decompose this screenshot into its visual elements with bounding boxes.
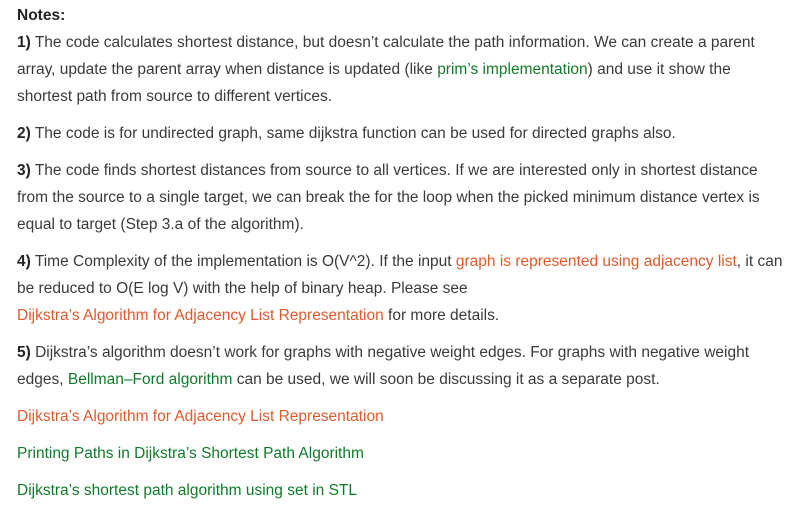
note-text: The code is for undirected graph, same d… — [30, 125, 676, 142]
note-number: 4) — [17, 253, 31, 270]
related-link-item: Dijkstra’s shortest path algorithm using… — [17, 477, 787, 504]
related-link-item: Printing Paths in Dijkstra’s Shortest Pa… — [17, 440, 787, 467]
note-1: 1) The code calculates shortest distance… — [17, 29, 787, 110]
related-link-set-in-stl[interactable]: Dijkstra’s shortest path algorithm using… — [17, 482, 357, 499]
note-text: The code finds shortest distances from s… — [17, 162, 760, 233]
note-number: 5) — [17, 344, 31, 361]
related-link-item: Dijkstra’s Algorithm for Adjacency List … — [17, 403, 787, 430]
related-link-printing-paths[interactable]: Printing Paths in Dijkstra’s Shortest Pa… — [17, 445, 364, 462]
bellman-ford-link[interactable]: Bellman–Ford algorithm — [68, 371, 233, 388]
note-text: Time Complexity of the implementation is… — [30, 253, 456, 270]
note-number: 2) — [17, 125, 31, 142]
note-number: 3) — [17, 162, 31, 179]
prims-implementation-link[interactable]: prim’s implementation — [437, 61, 587, 78]
related-link-adjacency-list[interactable]: Dijkstra’s Algorithm for Adjacency List … — [17, 408, 384, 425]
note-text: can be used, we will soon be discussing … — [232, 371, 660, 388]
note-number: 1) — [17, 34, 31, 51]
note-text: for more details. — [383, 307, 500, 324]
note-3: 3) The code finds shortest distances fro… — [17, 157, 787, 238]
dijkstra-adjacency-list-link[interactable]: Dijkstra’s Algorithm for Adjacency List … — [17, 307, 384, 324]
adjacency-list-graph-link[interactable]: graph is represented using adjacency lis… — [456, 253, 737, 270]
note-5: 5) Dijkstra’s algorithm doesn’t work for… — [17, 339, 787, 393]
note-4: 4) Time Complexity of the implementation… — [17, 248, 787, 329]
notes-section: Notes: 1) The code calculates shortest d… — [0, 0, 787, 504]
note-2: 2) The code is for undirected graph, sam… — [17, 120, 787, 147]
notes-title: Notes: — [17, 7, 66, 24]
